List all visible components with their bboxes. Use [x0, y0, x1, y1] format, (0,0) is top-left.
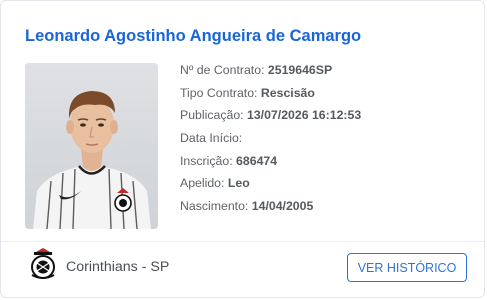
registration-row: Inscrição: 686474 [180, 150, 361, 173]
field-label: Nº de Contrato: [180, 63, 265, 77]
club-info: Corinthians - SP [28, 247, 169, 286]
view-history-button[interactable]: VER HISTÓRICO [347, 253, 467, 282]
field-label: Inscrição: [180, 153, 233, 168]
birth-date-row: Nascimento: 14/04/2005 [180, 195, 361, 218]
player-name: Leonardo Agostinho Angueira de Camargo [25, 27, 362, 45]
field-label: Tipo Contrato: [180, 85, 258, 100]
field-label: Apelido: [180, 176, 225, 191]
club-name: Corinthians - SP [66, 258, 170, 275]
contract-type-row: Tipo Contrato: Rescisão [180, 82, 361, 105]
field-label: Nascimento: [180, 199, 249, 214]
field-label: Data Início: [180, 131, 243, 146]
field-label: Publicação: [180, 108, 244, 123]
birth-date-value: 14/04/2005 [251, 199, 314, 214]
contract-info: Nº de Contrato: 2519646SP Tipo Contrato:… [180, 59, 361, 218]
publication-row: Publicação: 13/07/2026 16:12:53 [180, 104, 361, 127]
player-photo [25, 63, 158, 229]
divider [1, 241, 484, 242]
nickname-row: Apelido: Leo [180, 172, 361, 195]
nickname-value: Leo [227, 176, 250, 191]
player-card: Leonardo Agostinho Angueira de Camargo N… [0, 0, 485, 298]
contract-number-value: 2519646SP [267, 63, 333, 77]
start-date-row: Data Início: [180, 127, 361, 150]
corinthians-crest-icon [28, 247, 58, 286]
publication-value: 13/07/2026 16:12:53 [247, 108, 362, 123]
contract-number-row: Nº de Contrato: 2519646SP [180, 59, 361, 82]
contract-type-value: Rescisão [260, 85, 315, 100]
registration-value: 686474 [236, 153, 278, 168]
